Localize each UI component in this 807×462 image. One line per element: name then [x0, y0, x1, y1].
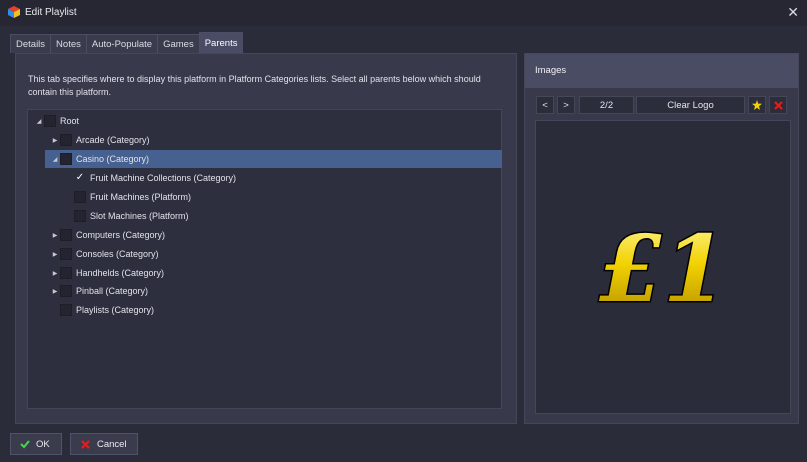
collapsed-arrow-icon[interactable]: ▶ — [50, 251, 60, 258]
tree-checkbox[interactable] — [60, 267, 72, 279]
images-header: Images — [525, 54, 798, 88]
images-panel: Images < > 2/2 Clear Logo £1 — [524, 53, 799, 424]
cancel-label: Cancel — [97, 438, 127, 450]
tree-node-fruit-machines[interactable]: Fruit Machines (Platform) — [74, 188, 502, 206]
prev-image-button[interactable]: < — [536, 96, 554, 114]
tree-node-slot-machines[interactable]: Slot Machines (Platform) — [74, 207, 502, 225]
tree-checkbox[interactable] — [60, 285, 72, 297]
cancel-button[interactable]: Cancel — [70, 433, 138, 455]
tree-node-label: Fruit Machines (Platform) — [90, 192, 192, 202]
tree-checkbox[interactable] — [74, 191, 86, 203]
check-icon — [20, 440, 30, 449]
tree-node-pinball[interactable]: ▶ Pinball (Category) — [50, 282, 502, 300]
tree-checkbox[interactable] — [60, 134, 72, 146]
tree-node-root[interactable]: ◢ Root — [34, 112, 502, 130]
tree-checkbox[interactable] — [74, 210, 86, 222]
tab-strip: Details Notes Auto-Populate Games Parent… — [10, 32, 244, 53]
parents-panel: This tab specifies where to display this… — [15, 53, 517, 424]
tree-node-label: Root — [60, 116, 80, 126]
tab-details[interactable]: Details — [10, 34, 52, 53]
window-title: Edit Playlist — [25, 7, 77, 18]
tree-node-label: Computers (Category) — [76, 230, 166, 240]
tree-checkbox[interactable] — [44, 115, 56, 127]
tree-node-label: Pinball (Category) — [76, 286, 149, 296]
next-image-button[interactable]: > — [557, 96, 575, 114]
delete-image-button[interactable] — [769, 96, 787, 114]
collapsed-arrow-icon[interactable]: ▶ — [50, 288, 60, 295]
title-bar: Edit Playlist ✕ — [0, 0, 807, 26]
collapsed-arrow-icon[interactable]: ▶ — [50, 270, 60, 277]
tab-notes[interactable]: Notes — [50, 34, 87, 53]
expanded-arrow-icon[interactable]: ◢ — [50, 156, 60, 163]
tree-node-arcade[interactable]: ▶ Arcade (Category) — [50, 131, 502, 149]
logo-text: £1 — [599, 215, 727, 323]
add-image-button[interactable] — [748, 96, 766, 114]
parents-tree: ◢ Root ▶ Arcade (Category) ◢ Casino (Cat… — [27, 109, 502, 409]
app-icon — [8, 6, 20, 18]
image-counter: 2/2 — [579, 96, 634, 114]
tree-checkbox[interactable] — [60, 304, 72, 316]
clear-logo-image: £1 — [597, 214, 728, 325]
tree-node-label: Playlists (Category) — [76, 305, 155, 315]
tree-node-consoles[interactable]: ▶ Consoles (Category) — [50, 245, 502, 263]
close-icon[interactable]: ✕ — [787, 4, 799, 21]
parents-description: This tab specifies where to display this… — [28, 74, 481, 97]
collapsed-arrow-icon[interactable]: ▶ — [50, 137, 60, 144]
tree-node-label: Arcade (Category) — [76, 135, 150, 145]
expanded-arrow-icon[interactable]: ◢ — [34, 118, 44, 125]
tree-node-label: Casino (Category) — [76, 154, 150, 164]
image-type-select[interactable]: Clear Logo — [636, 96, 745, 114]
tab-parents[interactable]: Parents — [198, 32, 244, 53]
ok-button[interactable]: OK — [10, 433, 62, 455]
tree-node-label: Fruit Machine Collections (Category) — [90, 173, 237, 183]
tree-node-casino[interactable]: ◢ Casino (Category) — [45, 150, 502, 168]
tree-checkbox-checked[interactable]: ✓ — [74, 172, 86, 184]
tree-node-label: Consoles (Category) — [76, 249, 159, 259]
delete-x-icon — [773, 100, 783, 110]
tree-node-fruit-machine-collections[interactable]: ✓ Fruit Machine Collections (Category) — [74, 169, 502, 187]
add-star-icon — [752, 100, 762, 110]
tree-checkbox[interactable] — [60, 248, 72, 260]
cancel-x-icon — [81, 439, 90, 449]
ok-label: OK — [36, 438, 50, 450]
tree-node-playlists[interactable]: Playlists (Category) — [60, 301, 502, 319]
tree-node-label: Handhelds (Category) — [76, 268, 165, 278]
tab-games[interactable]: Games — [157, 34, 200, 53]
tab-auto-populate[interactable]: Auto-Populate — [85, 34, 159, 53]
tree-node-handhelds[interactable]: ▶ Handhelds (Category) — [50, 264, 502, 282]
tree-node-computers[interactable]: ▶ Computers (Category) — [50, 226, 502, 244]
tree-node-label: Slot Machines (Platform) — [90, 211, 189, 221]
tree-checkbox[interactable] — [60, 229, 72, 241]
tree-checkbox[interactable] — [60, 153, 72, 165]
image-preview: £1 — [535, 120, 791, 414]
collapsed-arrow-icon[interactable]: ▶ — [50, 232, 60, 239]
